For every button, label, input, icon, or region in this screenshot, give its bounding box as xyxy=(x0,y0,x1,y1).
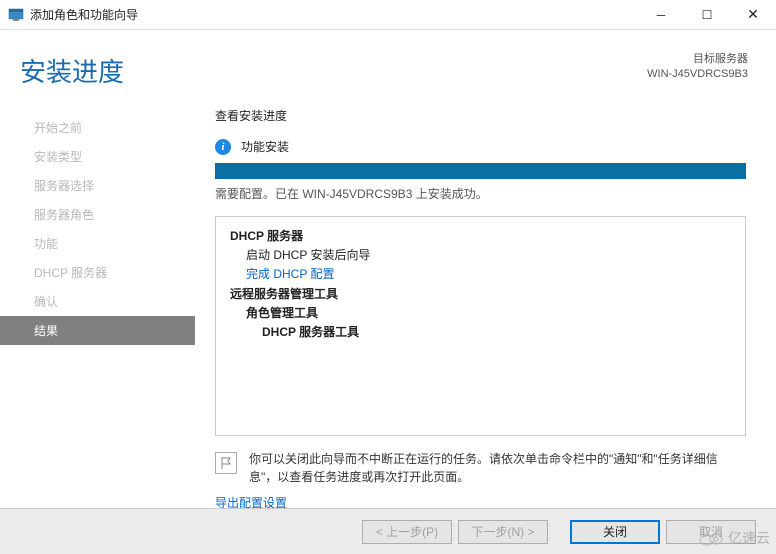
wizard-main: 查看安装进度 i 功能安装 需要配置。已在 WIN-J45VDRCS9B3 上安… xyxy=(195,107,776,521)
result-dhcp-tools: DHCP 服务器工具 xyxy=(230,323,731,342)
result-dhcp-server: DHCP 服务器 xyxy=(230,227,731,246)
wizard-nav: 开始之前 安装类型 服务器选择 服务器角色 功能 DHCP 服务器 确认 结果 xyxy=(0,107,195,521)
info-icon: i xyxy=(215,139,231,155)
app-icon xyxy=(8,7,24,23)
watermark: 亿速云 xyxy=(698,528,770,548)
close-button[interactable]: ✕ xyxy=(730,0,776,29)
target-server-label: 目标服务器 xyxy=(647,52,748,67)
next-button: 下一步(N) > xyxy=(458,520,548,544)
progress-bar xyxy=(215,163,746,179)
status-heading: 功能安装 xyxy=(241,138,289,155)
minimize-button[interactable]: ─ xyxy=(638,0,684,29)
wizard-header: 安装进度 目标服务器 WIN-J45VDRCS9B3 xyxy=(0,30,776,99)
nav-confirmation: 确认 xyxy=(0,287,195,316)
nav-results[interactable]: 结果 xyxy=(0,316,195,345)
results-box: DHCP 服务器 启动 DHCP 安装后向导 完成 DHCP 配置 远程服务器管… xyxy=(215,216,746,436)
result-launch-wizard: 启动 DHCP 安装后向导 xyxy=(230,246,731,265)
cloud-icon xyxy=(698,529,724,547)
watermark-text: 亿速云 xyxy=(728,528,770,548)
maximize-button[interactable]: ☐ xyxy=(684,0,730,29)
status-row: i 功能安装 xyxy=(215,138,746,155)
close-wizard-button[interactable]: 关闭 xyxy=(570,520,660,544)
target-server-name: WIN-J45VDRCS9B3 xyxy=(647,67,748,82)
target-server-info: 目标服务器 WIN-J45VDRCS9B3 xyxy=(647,52,748,83)
nav-installation-type: 安装类型 xyxy=(0,142,195,171)
titlebar: 添加角色和功能向导 ─ ☐ ✕ xyxy=(0,0,776,30)
hint-text: 你可以关闭此向导而不中断正在运行的任务。请依次单击命令栏中的"通知"和"任务详细… xyxy=(249,450,746,486)
result-rsat: 远程服务器管理工具 xyxy=(230,285,731,304)
window-controls: ─ ☐ ✕ xyxy=(638,0,776,29)
nav-before-you-begin: 开始之前 xyxy=(0,113,195,142)
previous-button: < 上一步(P) xyxy=(362,520,452,544)
wizard-footer: < 上一步(P) 下一步(N) > 关闭 取消 xyxy=(0,508,776,554)
page-title: 安装进度 xyxy=(20,52,647,89)
nav-server-selection: 服务器选择 xyxy=(0,171,195,200)
nav-dhcp-server: DHCP 服务器 xyxy=(0,258,195,287)
result-role-tools: 角色管理工具 xyxy=(230,304,731,323)
status-text: 需要配置。已在 WIN-J45VDRCS9B3 上安装成功。 xyxy=(215,185,746,202)
progress-label: 查看安装进度 xyxy=(215,107,746,124)
nav-server-roles: 服务器角色 xyxy=(0,200,195,229)
window-title: 添加角色和功能向导 xyxy=(30,6,638,23)
wizard-body: 开始之前 安装类型 服务器选择 服务器角色 功能 DHCP 服务器 确认 结果 … xyxy=(0,99,776,521)
nav-features: 功能 xyxy=(0,229,195,258)
flag-icon xyxy=(215,452,237,474)
result-complete-config-link[interactable]: 完成 DHCP 配置 xyxy=(230,265,731,284)
hint-row: 你可以关闭此向导而不中断正在运行的任务。请依次单击命令栏中的"通知"和"任务详细… xyxy=(215,450,746,486)
